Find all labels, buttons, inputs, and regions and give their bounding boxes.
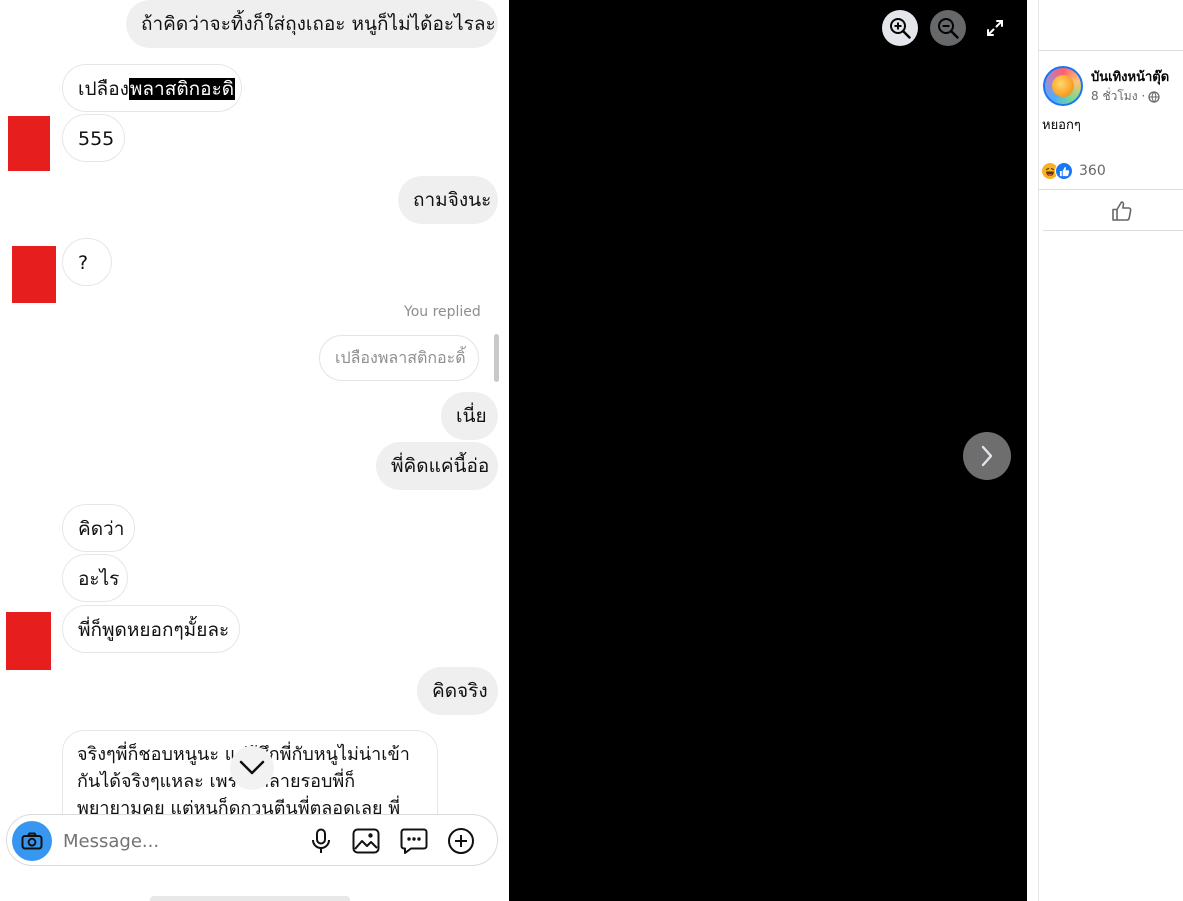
microphone-icon <box>312 828 330 853</box>
message-bubble-received: ? <box>62 238 112 286</box>
redacted-avatar <box>8 116 50 171</box>
zoom-in-icon <box>890 18 911 39</box>
globe-icon <box>1148 90 1160 103</box>
message-text: ถ้าคิดว่าจะทิ้งก็ใส่ถุงเถอะ หนูก็ไม่ได้อ… <box>141 13 496 35</box>
message-text: 555 <box>78 128 115 150</box>
reaction-count: 360 <box>1079 163 1106 179</box>
message-bubble-received: อะไร <box>62 554 128 602</box>
message-text: อะไร <box>78 568 120 590</box>
chevron-down-icon <box>239 760 265 775</box>
highlighted-text: พลาสติกอะดิ <box>128 78 236 100</box>
page-avatar[interactable] <box>1043 66 1083 106</box>
message-text: ? <box>78 252 89 274</box>
post-side-panel: บันเทิงหน้าตุ๊ด 8 ชั่วโมง · หยอกๆ 360 <box>1027 0 1183 901</box>
fullscreen-button[interactable] <box>981 14 1009 42</box>
message-text: เปลือง <box>78 78 129 100</box>
panel-border <box>1038 0 1039 901</box>
page-name-link[interactable]: บันเทิงหน้าตุ๊ด <box>1091 66 1169 87</box>
scrollbar-thumb[interactable] <box>494 334 499 382</box>
bottom-stub <box>150 896 350 901</box>
message-text: คิดว่า <box>78 518 125 540</box>
message-bubble-sent: ถ้าคิดว่าจะทิ้งก็ใส่ถุงเถอะ หนูก็ไม่ได้อ… <box>126 0 498 48</box>
chevron-right-icon <box>981 445 993 467</box>
sticker-button[interactable] <box>398 825 430 857</box>
zoom-out-icon <box>938 18 959 39</box>
gallery-button[interactable] <box>350 825 382 857</box>
scroll-down-button[interactable] <box>230 746 274 790</box>
app-root: ถ้าคิดว่าจะทิ้งก็ใส่ถุงเถอะ หนูก็ไม่ได้อ… <box>0 0 1183 901</box>
fullscreen-icon <box>987 20 1003 36</box>
message-bubble-sent: พี่คิดแค่นี้อ่อ <box>376 442 498 490</box>
redacted-avatar <box>12 246 56 303</box>
replied-label: You replied <box>404 304 481 320</box>
zoom-out-button[interactable] <box>930 10 966 46</box>
message-text: พี่คิดแค่นี้อ่อ <box>391 455 490 477</box>
message-text: คิดจริง <box>432 680 488 702</box>
message-input[interactable] <box>63 828 283 854</box>
voice-button[interactable] <box>305 825 337 857</box>
thumbs-up-icon <box>1112 201 1132 221</box>
post-caption: หยอกๆ <box>1042 118 1081 133</box>
chat-screenshot: ถ้าคิดว่าจะทิ้งก็ใส่ถุงเถอะ หนูก็ไม่ได้อ… <box>0 0 509 901</box>
divider <box>1039 189 1183 190</box>
replied-quote-bubble[interactable]: เปลืองพลาสติกอะดิ้ <box>319 335 479 381</box>
message-bubble-received: คิดว่า <box>62 504 135 552</box>
zoom-in-button[interactable] <box>882 10 918 46</box>
message-bubble-sent: ถามจิงนะ <box>398 176 498 224</box>
message-text: เนี่ย <box>456 405 487 427</box>
like-button[interactable] <box>1109 198 1135 224</box>
replied-quote-text: เปลืองพลาสติกอะดิ้ <box>335 348 466 367</box>
add-button[interactable] <box>445 825 477 857</box>
next-photo-button[interactable] <box>963 432 1011 480</box>
post-timestamp[interactable]: 8 ชั่วโมง · <box>1091 87 1160 106</box>
redacted-avatar <box>6 612 51 670</box>
post-time-text: 8 ชั่วโมง · <box>1091 89 1146 103</box>
chat-bubble-icon <box>400 828 428 854</box>
message-bubble-received: พี่ก็พูดหยอกๆมั้ยละ <box>62 605 240 653</box>
image-icon <box>352 828 380 854</box>
message-bubble-received: 555 <box>62 114 125 162</box>
message-text: ถามจิงนะ <box>413 189 492 211</box>
message-text: พี่ก็พูดหยอกๆมั้ยละ <box>78 619 230 641</box>
like-reaction-icon <box>1055 162 1073 180</box>
reaction-summary[interactable]: 360 <box>1041 162 1106 180</box>
divider <box>1039 50 1183 51</box>
message-bubble-sent: เนี่ย <box>441 392 498 440</box>
camera-icon <box>21 832 43 850</box>
photo-viewer <box>509 0 1027 901</box>
divider <box>1043 230 1183 231</box>
message-composer <box>6 814 498 866</box>
avatar-image <box>1052 75 1074 97</box>
plus-circle-icon <box>448 828 474 854</box>
message-bubble-sent: คิดจริง <box>417 667 498 715</box>
camera-button[interactable] <box>12 821 52 861</box>
message-bubble-received: เปลืองพลาสติกอะดิ <box>62 64 242 112</box>
